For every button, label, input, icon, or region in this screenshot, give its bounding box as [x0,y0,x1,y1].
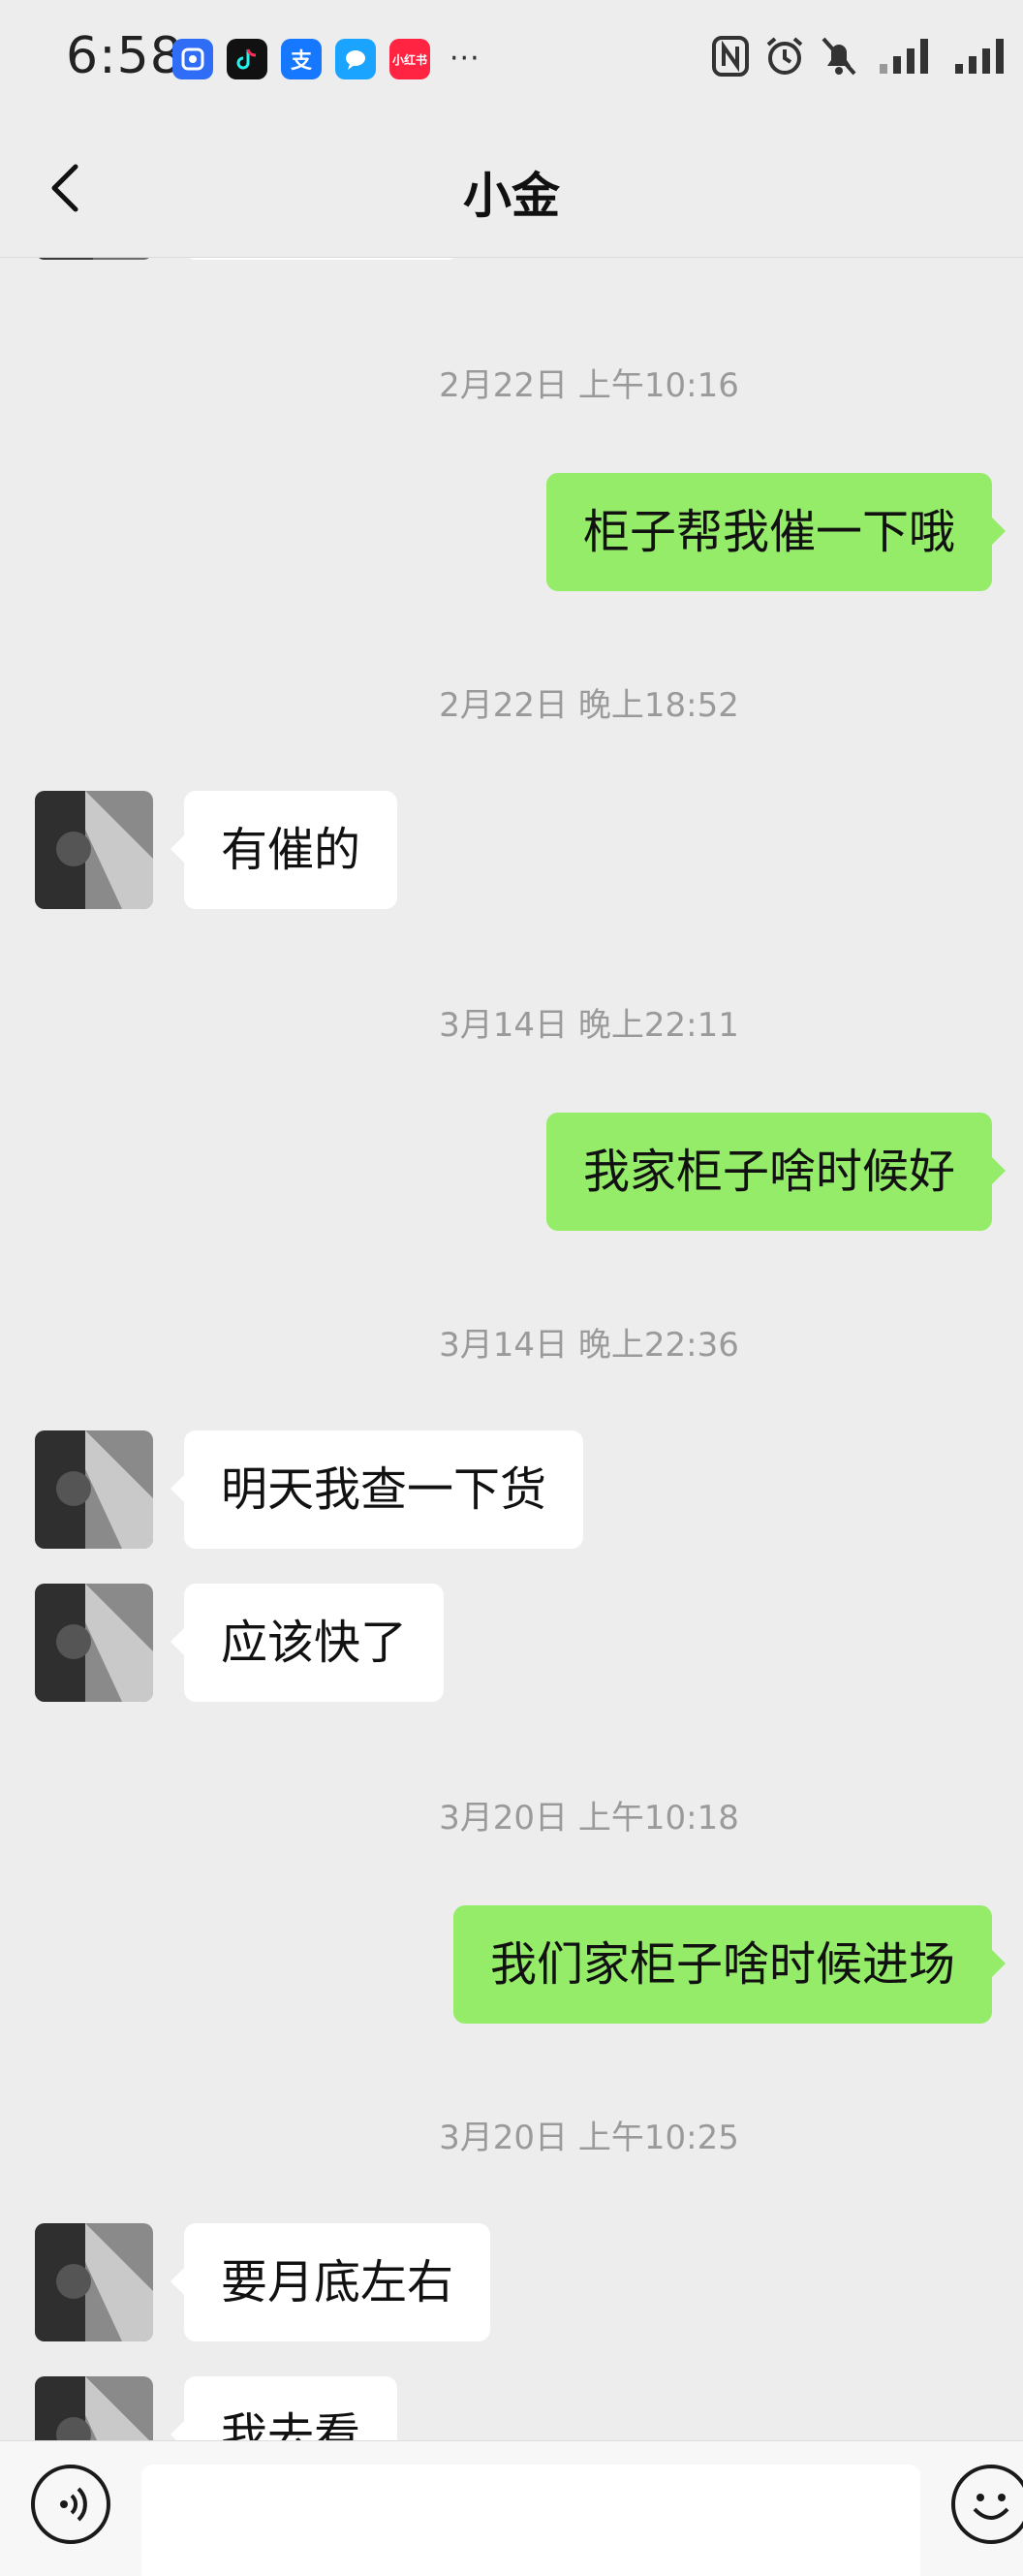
contact-avatar[interactable] [35,1584,153,1702]
timestamp-row: 3月14日 晚上22:11 [0,998,1023,1046]
signal-2-icon [955,39,1004,74]
more-notifications-icon: ··· [450,42,480,76]
incoming-message-bubble[interactable]: 我去看 [170,2376,398,2440]
timestamp-row: 2月22日 上午10:16 [0,359,1023,406]
messages-icon [335,39,376,79]
incoming-message-bubble[interactable]: 应该快了 [170,1584,445,1702]
contact-avatar[interactable] [35,258,153,260]
incoming-message-row: 我去看 [0,2376,1023,2440]
contact-avatar[interactable] [35,791,153,909]
message-timestamp: 3月14日 晚上22:11 [439,1006,739,1045]
timestamp-row: 3月20日 上午10:25 [0,2111,1023,2158]
message-timestamp: 2月22日 上午10:16 [439,366,739,405]
mute-bell-icon [822,37,856,76]
message-input[interactable] [141,2465,920,2576]
emoji-button[interactable] [951,2465,1023,2544]
nfc-icon [712,36,749,77]
message-timestamp: 3月20日 上午10:18 [439,1799,739,1838]
outgoing-message-bubble[interactable]: 柜子帮我催一下哦 [545,473,1007,591]
douyin-icon [227,39,267,79]
nav-bar: 小金 [0,116,1023,258]
contact-avatar[interactable] [35,1430,153,1549]
alarm-icon [766,37,803,75]
voice-input-button[interactable] [31,2465,110,2544]
notification-icons: 支 小红书 ··· [172,39,480,79]
xiaohongshu-icon: 小红书 [389,39,430,79]
incoming-message-row: 应该快了 [0,1584,1023,1702]
contact-avatar[interactable] [35,2376,153,2440]
incoming-message-row: 要月底左右 [0,2223,1023,2341]
input-bar [0,2440,1023,2576]
incoming-message-row: 有催的 [0,791,1023,909]
contact-avatar[interactable] [35,2223,153,2341]
chat-title: 小金 [463,168,560,224]
timestamp-row: 3月14日 晚上22:36 [0,1318,1023,1366]
timestamp-row: 3月20日 上午10:18 [0,1791,1023,1838]
alert-app-icon [172,39,213,79]
outgoing-message-row: 柜子帮我催一下哦 [0,473,1023,591]
voice-icon [60,2487,87,2522]
incoming-message-bubble[interactable]: 要月底左右 [170,2223,491,2341]
outgoing-message-row: 我们家柜子啥时候进场 [0,1905,1023,2024]
incoming-message-bubble[interactable]: 明天我查一下货 [170,1430,584,1549]
chat-screen: 6:58 支 小红书 ··· 小金 2月22日 上午10:16 柜子帮我催一下哦… [0,0,1023,2576]
status-bar: 6:58 支 小红书 ··· [0,0,1023,116]
message-timestamp: 2月22日 晚上18:52 [439,686,739,725]
message-timestamp: 3月20日 上午10:25 [439,2119,739,2157]
outgoing-message-row: 我家柜子啥时候好 [0,1113,1023,1231]
outgoing-message-bubble[interactable]: 我们家柜子啥时候进场 [452,1905,1007,2024]
alipay-icon: 支 [281,39,322,79]
incoming-message-bubble[interactable]: 有催的 [170,791,398,909]
incoming-message-row: 明天我查一下货 [0,1430,1023,1549]
timestamp-row: 2月22日 晚上18:52 [0,678,1023,726]
emoji-icon [973,2494,1009,2520]
message-list[interactable]: 2月22日 上午10:16 柜子帮我催一下哦 2月22日 晚上18:52 有催的… [0,258,1023,2440]
status-time: 6:58 [66,27,183,85]
previous-message-bubble[interactable] [184,258,459,260]
system-icons [711,35,1008,78]
outgoing-message-bubble[interactable]: 我家柜子啥时候好 [545,1113,1007,1231]
signal-1-icon [880,39,928,74]
message-timestamp: 3月14日 晚上22:36 [439,1326,739,1365]
